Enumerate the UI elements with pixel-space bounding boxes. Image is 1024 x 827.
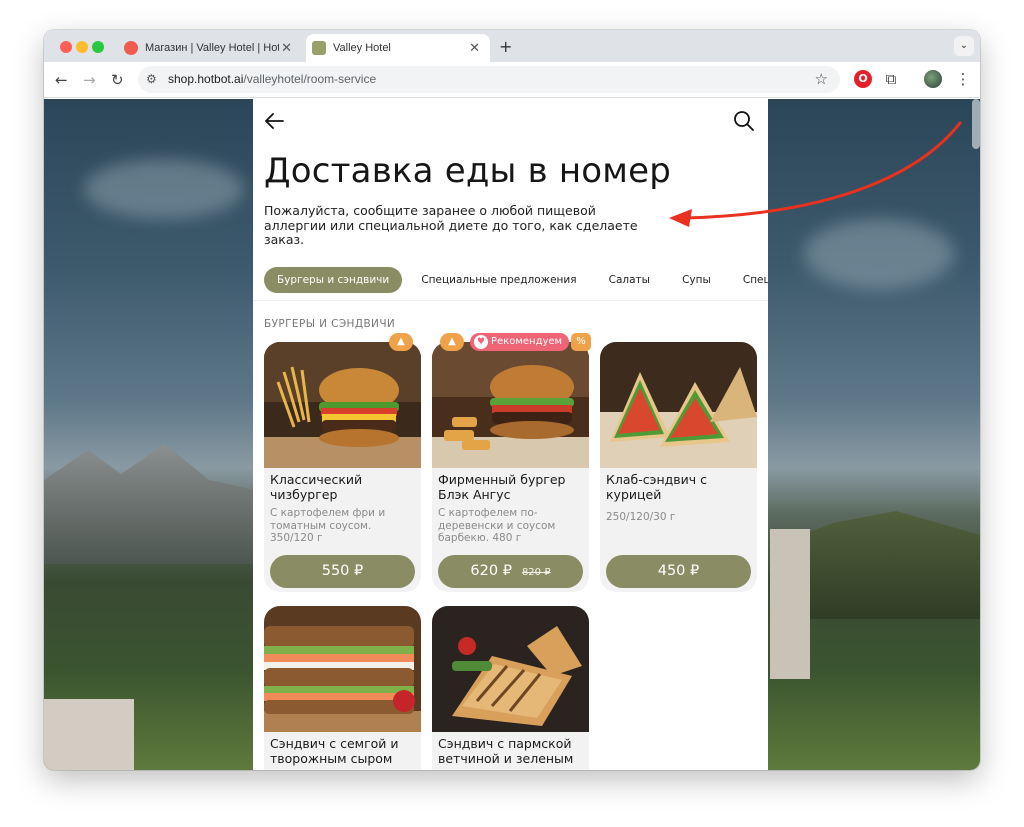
salmon-sandwich-photo bbox=[264, 606, 421, 732]
divider bbox=[253, 300, 768, 301]
product-name: Сэндвич с пармской ветчиной и зеленым bbox=[438, 736, 574, 766]
hotbot-favicon-icon bbox=[124, 41, 138, 55]
product-card[interactable]: Клаб-сэндвич с курицей 250/120/30 г 450 … bbox=[600, 342, 757, 592]
prosciutto-sandwich-photo bbox=[432, 606, 589, 732]
back-arrow-icon[interactable]: ← bbox=[55, 71, 68, 89]
old-price: 820 ₽ bbox=[521, 567, 551, 578]
search-icon[interactable] bbox=[732, 109, 756, 133]
tab-specials[interactable]: Специальные bbox=[730, 267, 768, 293]
profile-avatar[interactable] bbox=[924, 70, 942, 88]
tab-strip: Магазин | Valley Hotel | Hotbot ✕ Valley… bbox=[44, 30, 980, 62]
recommended-badge: ♥ Рекомендуем bbox=[470, 333, 570, 351]
add-to-cart-button[interactable]: 450 ₽ bbox=[606, 555, 751, 588]
badge-icon: ▲ bbox=[440, 333, 464, 351]
product-card[interactable]: Сэндвич с семгой и творожным сыром bbox=[264, 606, 421, 770]
add-to-cart-button[interactable]: 550 ₽ bbox=[270, 555, 415, 588]
background-cloud bbox=[84, 159, 244, 219]
forward-arrow-icon[interactable]: → bbox=[83, 71, 96, 89]
site-info-icon[interactable]: ⚙ bbox=[146, 72, 157, 86]
product-card[interactable]: Сэндвич с пармской ветчиной и зеленым bbox=[432, 606, 589, 770]
tab-salads[interactable]: Салаты bbox=[596, 267, 663, 293]
minimize-window-button[interactable] bbox=[76, 41, 88, 53]
browser-toolbar: ← → ↻ ⚙ shop.hotbot.ai/valleyhotel/room-… bbox=[44, 62, 980, 98]
browser-window: Магазин | Valley Hotel | Hotbot ✕ Valley… bbox=[44, 30, 980, 770]
maximize-window-button[interactable] bbox=[92, 41, 104, 53]
url-text: shop.hotbot.ai/valleyhotel/room-service bbox=[168, 72, 377, 86]
close-icon[interactable]: ✕ bbox=[281, 40, 292, 56]
badge-icon: ▲ bbox=[389, 333, 413, 351]
add-to-cart-button[interactable]: 620 ₽820 ₽ bbox=[438, 555, 583, 588]
tab-title: Магазин | Valley Hotel | Hotbot bbox=[145, 42, 279, 54]
tab-soups[interactable]: Супы bbox=[669, 267, 724, 293]
product-name: Классический чизбургер bbox=[270, 472, 363, 502]
category-tabs: Бургеры и сэндвичи Специальные предложен… bbox=[264, 267, 768, 293]
product-name: Фирменный бургер Блэк Ангус bbox=[438, 472, 566, 502]
product-description: С картофелем по-деревенски и соусом барб… bbox=[438, 507, 556, 543]
browser-menu-icon[interactable]: ⋮ bbox=[954, 70, 972, 88]
tab-special-offers[interactable]: Специальные предложения bbox=[408, 267, 589, 293]
reload-icon[interactable]: ↻ bbox=[111, 71, 124, 89]
page-title: Доставка еды в номер bbox=[264, 151, 672, 191]
product-card[interactable]: ▲ Классический чизбургер С картофелем фр… bbox=[264, 333, 421, 592]
background-mountain bbox=[44, 444, 264, 564]
heart-icon: ♥ bbox=[474, 335, 488, 349]
address-bar[interactable]: ⚙ shop.hotbot.ai/valleyhotel/room-servic… bbox=[138, 66, 840, 93]
product-card[interactable]: ▲ ♥ Рекомендуем % Фирменный бургер Блэк А… bbox=[432, 333, 591, 592]
allergy-notice: Пожалуйста, сообщите заранее о любой пищ… bbox=[264, 203, 638, 247]
background-cloud bbox=[804, 219, 954, 289]
tab-search-button[interactable]: ⌄ bbox=[954, 36, 974, 56]
product-name: Клаб-сэндвич с курицей bbox=[606, 472, 708, 502]
back-arrow-icon[interactable] bbox=[263, 109, 287, 133]
chicken-club-sandwich-photo bbox=[600, 342, 757, 468]
page-viewport: Доставка еды в номер Пожалуйста, сообщит… bbox=[44, 99, 980, 770]
background-house bbox=[770, 529, 810, 679]
close-window-button[interactable] bbox=[60, 41, 72, 53]
room-service-page: Доставка еды в номер Пожалуйста, сообщит… bbox=[253, 99, 768, 770]
new-tab-button[interactable]: + bbox=[499, 37, 512, 56]
product-name: Сэндвич с семгой и творожным сыром bbox=[270, 736, 399, 766]
tab-title: Valley Hotel bbox=[333, 42, 391, 54]
tab-valley-hotel[interactable]: Valley Hotel ✕ bbox=[306, 34, 490, 62]
black-angus-burger-photo bbox=[432, 342, 589, 468]
opera-extension-icon[interactable]: O bbox=[854, 70, 872, 88]
classic-cheeseburger-photo bbox=[264, 342, 421, 468]
product-weight: 250/120/30 г bbox=[606, 511, 676, 523]
bookmark-star-icon[interactable]: ☆ bbox=[815, 70, 828, 88]
product-description: С картофелем фри и томатным соусом. 350/… bbox=[270, 507, 386, 543]
page-scrollbar[interactable] bbox=[972, 99, 980, 149]
background-house bbox=[44, 699, 134, 770]
tab-burgers-sandwiches[interactable]: Бургеры и сэндвичи bbox=[264, 267, 403, 293]
section-title: БУРГЕРЫ И СЭНДВИЧИ bbox=[264, 318, 396, 330]
tab-hotbot-shop[interactable]: Магазин | Valley Hotel | Hotbot ✕ bbox=[116, 34, 302, 62]
discount-badge: % bbox=[571, 333, 591, 351]
valley-hotel-favicon-icon bbox=[312, 41, 326, 55]
close-icon[interactable]: ✕ bbox=[469, 40, 480, 56]
extensions-icon[interactable]: ⧉ bbox=[882, 70, 900, 88]
